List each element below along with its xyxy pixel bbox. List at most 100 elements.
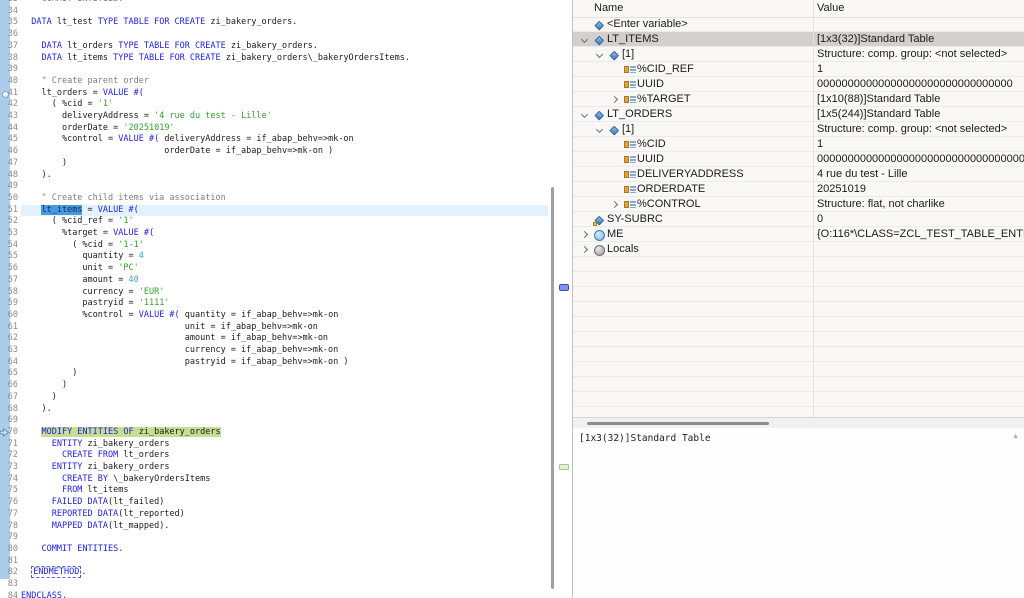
variable-value[interactable]: 00000000000000000000000000000000 [817, 78, 1013, 90]
variable-value[interactable]: [1x3(32)]Standard Table [817, 33, 934, 45]
code-line-36[interactable]: 36 [0, 29, 548, 41]
line-number[interactable]: 65 [0, 368, 18, 380]
code-line-51[interactable]: 51 lt_items = VALUE #( [0, 205, 548, 217]
line-number[interactable]: 49 [0, 181, 18, 193]
column-header-value[interactable]: Value [817, 2, 844, 14]
line-number[interactable]: 76 [0, 497, 18, 509]
line-number[interactable]: 36 [0, 29, 18, 41]
line-number[interactable]: 57 [0, 275, 18, 287]
editor-scrollbar-thumb[interactable] [551, 187, 554, 589]
code-line-61[interactable]: 61 unit = if_abap_behv=>mk-on [0, 322, 548, 334]
line-number[interactable]: 35 [0, 17, 18, 29]
code-line-78[interactable]: 78 MAPPED DATA(lt_mapped). [0, 521, 548, 533]
variable-row-orderdate[interactable]: ORDERDATE20251019 [573, 182, 1024, 197]
code-line-46[interactable]: 46 orderDate = if_abap_behv=>mk-on ) [0, 146, 548, 158]
editor-scrollbar[interactable] [548, 0, 557, 598]
code-line-71[interactable]: 71 ENTITY zi_bakery_orders [0, 439, 548, 451]
variable-row--target[interactable]: %TARGET[1x10(88)]Standard Table [573, 92, 1024, 107]
code-line-83[interactable]: 83 [0, 579, 548, 591]
code-editor[interactable]: 33 COMMIT ENTITIES.3435 DATA lt_test TYP… [0, 0, 548, 598]
variable-row-lt-orders[interactable]: LT_ORDERS[1x5(244)]Standard Table [573, 107, 1024, 122]
code-line-42[interactable]: 42 ( %cid = '1' [0, 99, 548, 111]
code-line-84[interactable]: 84ENDCLASS. [0, 591, 548, 598]
variable-name[interactable]: LT_ORDERS [607, 108, 672, 120]
pane-splitter[interactable] [573, 417, 1024, 428]
line-number[interactable]: 55 [0, 251, 18, 263]
code-line-75[interactable]: 75 FROM lt_items [0, 485, 548, 497]
line-number[interactable]: 63 [0, 345, 18, 357]
line-number[interactable]: 44 [0, 123, 18, 135]
variable-value[interactable]: 0000000000000000000000000000000000 [817, 153, 1024, 165]
line-number[interactable]: 60 [0, 310, 18, 322]
variable-name[interactable]: [1] [622, 48, 634, 60]
line-number[interactable]: 84 [0, 591, 18, 598]
variable-name[interactable]: UUID [637, 153, 664, 165]
code-line-41[interactable]: 41 lt_orders = VALUE #( [0, 88, 548, 100]
variable-row--cid-ref[interactable]: %CID_REF 1 [573, 62, 1024, 77]
variable-row-locals[interactable]: Locals [573, 242, 1024, 257]
variable-row-uuid[interactable]: UUID 0000000000000000000000000000000000 [573, 152, 1024, 167]
chevron-right-icon[interactable] [611, 201, 618, 208]
chevron-down-icon[interactable] [596, 51, 603, 58]
line-number[interactable]: 46 [0, 146, 18, 158]
code-line-58[interactable]: 58 currency = 'EUR' [0, 287, 548, 299]
line-number[interactable]: 72 [0, 450, 18, 462]
variable-value[interactable]: 1 [817, 63, 823, 75]
variable-name[interactable]: %CID [637, 138, 666, 150]
chevron-down-icon[interactable] [581, 36, 588, 43]
line-number[interactable]: 74 [0, 474, 18, 486]
code-line-72[interactable]: 72 CREATE FROM lt_orders [0, 450, 548, 462]
line-number[interactable]: 59 [0, 298, 18, 310]
chevron-down-icon[interactable] [596, 126, 603, 133]
line-number[interactable]: 75 [0, 485, 18, 497]
line-number[interactable]: 52 [0, 216, 18, 228]
variable-row--control[interactable]: %CONTROLStructure: flat, not charlike [573, 197, 1024, 212]
line-number[interactable]: 34 [0, 6, 18, 18]
variable-name[interactable]: <Enter variable> [607, 18, 688, 30]
code-line-39[interactable]: 39 [0, 64, 548, 76]
line-number[interactable]: 73 [0, 462, 18, 474]
variable-row-deliveryaddress[interactable]: DELIVERYADDRESS4 rue du test - Lille [573, 167, 1024, 182]
line-number[interactable]: 53 [0, 228, 18, 240]
code-line-49[interactable]: 49 [0, 181, 548, 193]
chevron-right-icon[interactable] [611, 96, 618, 103]
line-number[interactable]: 45 [0, 134, 18, 146]
scroll-up-arrow-icon[interactable]: ▲ [1012, 433, 1019, 440]
variable-value[interactable]: Structure: comp. group: <not selected> [817, 123, 1007, 135]
code-line-69[interactable]: 69 [0, 415, 548, 427]
variable-row--cid[interactable]: %CID1 [573, 137, 1024, 152]
code-line-53[interactable]: 53 %target = VALUE #( [0, 228, 548, 240]
line-number[interactable]: 80 [0, 544, 18, 556]
code-line-67[interactable]: 67 ) [0, 392, 548, 404]
debug-position-annotation-marker[interactable] [559, 464, 569, 470]
code-line-70[interactable]: 70 MODIFY ENTITIES OF zi_bakery_orders [0, 427, 548, 439]
line-number[interactable]: 61 [0, 322, 18, 334]
variable-name[interactable]: Locals [607, 243, 639, 255]
variable-row-me[interactable]: ME{O:116*\CLASS=ZCL_TEST_TABLE_ENTITIES} [573, 227, 1024, 242]
line-number[interactable]: 37 [0, 41, 18, 53]
line-number[interactable]: 54 [0, 240, 18, 252]
variable-name[interactable]: %CONTROL [637, 198, 701, 210]
variable-name[interactable]: %CID_REF [637, 63, 694, 75]
code-line-66[interactable]: 66 ) [0, 380, 548, 392]
variable-name[interactable]: LT_ITEMS [607, 33, 659, 45]
line-number[interactable]: 83 [0, 579, 18, 591]
column-header-name[interactable]: Name [594, 2, 623, 14]
line-number[interactable]: 39 [0, 64, 18, 76]
code-line-34[interactable]: 34 [0, 6, 548, 18]
variable-row-sy-subrc[interactable]: SY-SUBRC0 [573, 212, 1024, 227]
line-number[interactable]: 66 [0, 380, 18, 392]
code-line-52[interactable]: 52 ( %cid_ref = '1' [0, 216, 548, 228]
code-line-63[interactable]: 63 currency = if_abap_behv=>mk-on [0, 345, 548, 357]
code-line-77[interactable]: 77 REPORTED DATA(lt_reported) [0, 509, 548, 521]
column-resize-divider[interactable] [813, 0, 814, 417]
code-line-73[interactable]: 73 ENTITY zi_bakery_orders [0, 462, 548, 474]
variable-row-uuid[interactable]: UUID00000000000000000000000000000000 [573, 77, 1024, 92]
code-line-43[interactable]: 43 deliveryAddress = '4 rue du test - Li… [0, 111, 548, 123]
line-number[interactable]: 64 [0, 357, 18, 369]
breakpoint-icon[interactable] [2, 91, 9, 98]
variable-value[interactable]: [1x10(88)]Standard Table [817, 93, 940, 105]
code-line-80[interactable]: 80 COMMIT ENTITIES. [0, 544, 548, 556]
line-number[interactable]: 78 [0, 521, 18, 533]
code-line-54[interactable]: 54 ( %cid = '1-1' [0, 240, 548, 252]
